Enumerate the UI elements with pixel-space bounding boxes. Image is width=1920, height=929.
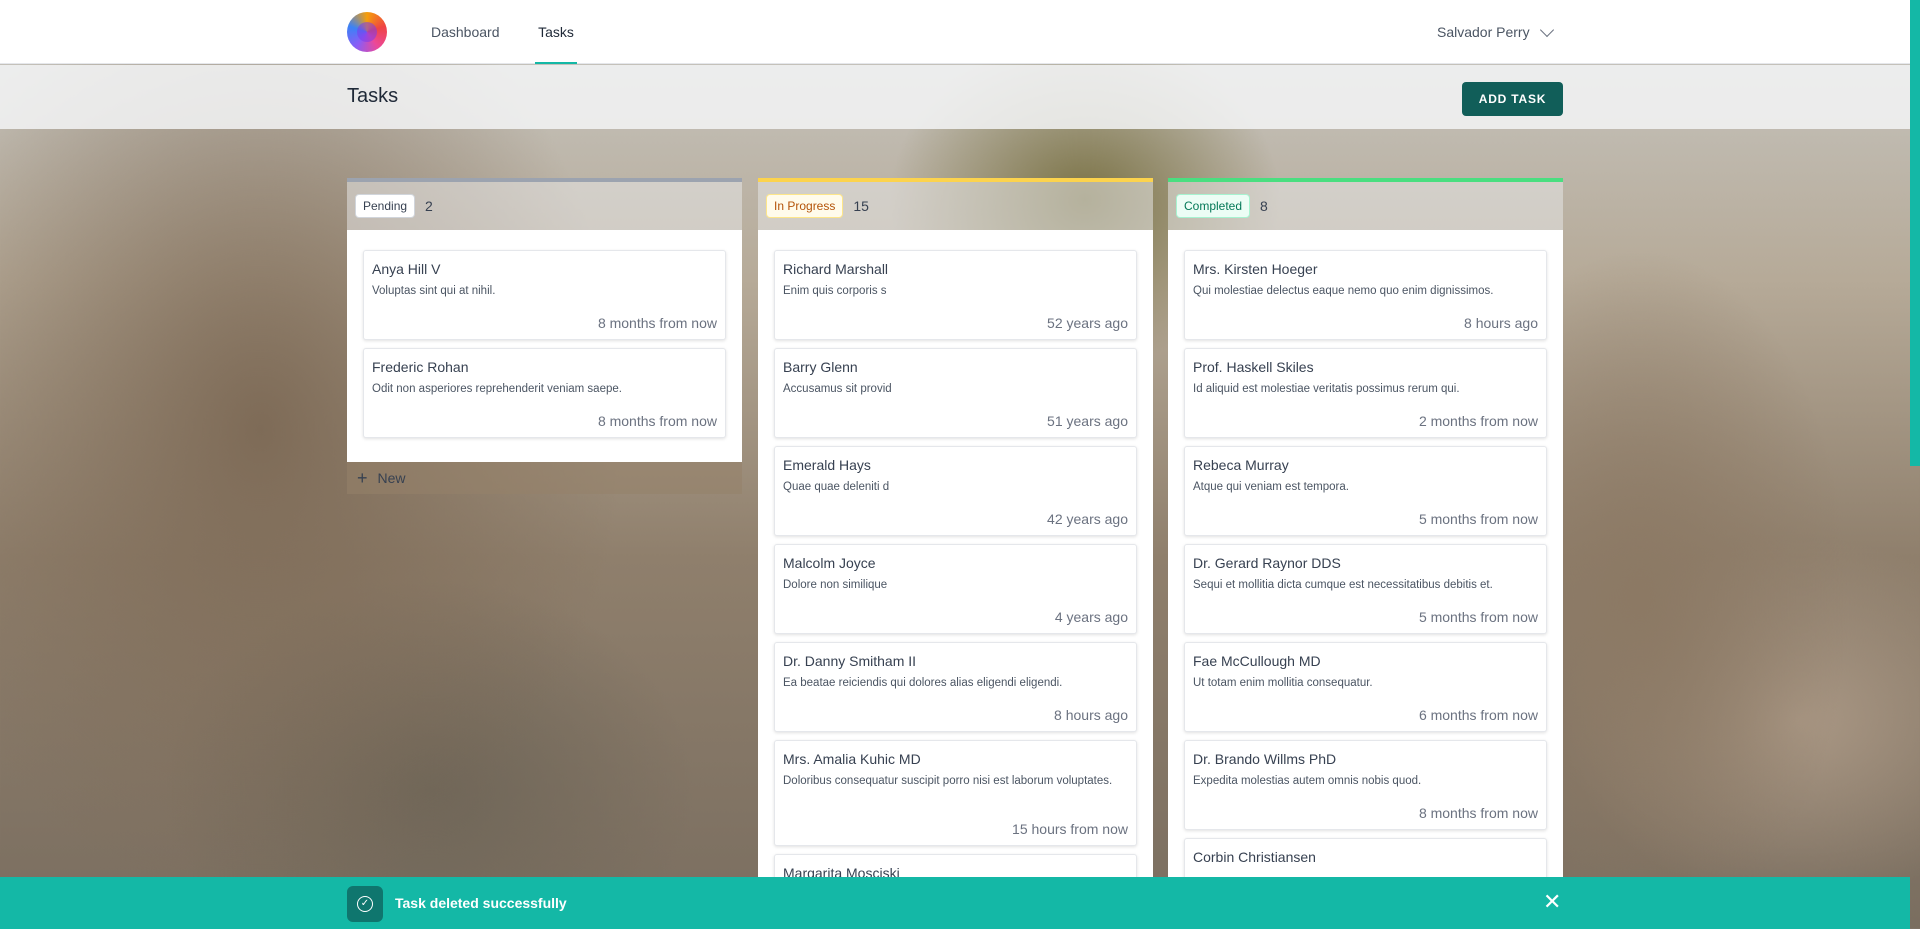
scrollbar-thumb[interactable] (1910, 0, 1920, 466)
close-icon[interactable]: ✕ (1543, 891, 1561, 913)
task-description: Enim quis corporis s (783, 285, 887, 297)
task-date: 6 months from now (1418, 707, 1538, 723)
task-description: Odit non asperiores reprehenderit veniam… (372, 383, 622, 395)
user-name: Salvador Perry (1437, 24, 1530, 40)
task-date: 8 months from now (597, 315, 717, 331)
column-in-progress: In Progress 15 Richard Marshall Enim qui… (758, 178, 1153, 929)
task-date: 5 months from now (1418, 609, 1538, 625)
column-completed: Completed 8 Mrs. Kirsten Hoeger Qui mole… (1168, 178, 1563, 929)
new-task-row[interactable]: + New (347, 462, 742, 494)
task-name: Dr. Danny Smitham II (783, 653, 917, 669)
page-header: Tasks ADD TASK (0, 65, 1910, 129)
task-description: Ut totam enim mollitia consequatur. (1193, 677, 1373, 689)
task-name: Dr. Gerard Raynor DDS (1193, 555, 1341, 571)
task-name: Barry Glenn (783, 359, 858, 375)
task-description: Id aliquid est molestiae veritatis possi… (1193, 383, 1460, 395)
task-description: Atque qui veniam est tempora. (1193, 481, 1349, 493)
task-name: Fae McCullough MD (1193, 653, 1321, 669)
new-task-label: New (377, 470, 406, 486)
task-card[interactable]: Dr. Brando Willms PhD Expedita molestias… (1184, 740, 1547, 830)
task-description: Quae quae deleniti d (783, 481, 890, 493)
task-description: Qui molestiae delectus eaque nemo quo en… (1193, 285, 1494, 297)
task-date: 4 years ago (1054, 609, 1128, 625)
column-body: Anya Hill V Voluptas sint qui at nihil. … (347, 230, 742, 462)
task-date: 8 hours ago (1464, 315, 1538, 331)
status-badge: Pending (355, 194, 416, 218)
task-name: Malcolm Joyce (783, 555, 876, 571)
column-pending: Pending 2 Anya Hill V Voluptas sint qui … (347, 178, 742, 494)
nav-link-tasks[interactable]: Tasks (535, 0, 577, 64)
task-card[interactable]: Mrs. Amalia Kuhic MD Doloribus consequat… (774, 740, 1137, 846)
column-header: Pending 2 (347, 178, 742, 230)
task-card[interactable]: Rebeca Murray Atque qui veniam est tempo… (1184, 446, 1547, 536)
task-name: Frederic Rohan (372, 359, 469, 375)
task-card[interactable]: Barry Glenn Accusamus sit provid 51 year… (774, 348, 1137, 438)
app-logo[interactable] (347, 12, 387, 52)
task-date: 8 months from now (1418, 805, 1538, 821)
task-name: Mrs. Kirsten Hoeger (1193, 261, 1318, 277)
check-circle-icon: ✓ (347, 886, 383, 922)
column-header: Completed 8 (1168, 178, 1563, 230)
task-name: Emerald Hays (783, 457, 871, 473)
task-name: Rebeca Murray (1193, 457, 1289, 473)
task-date: 2 months from now (1418, 413, 1538, 429)
task-count: 8 (1260, 198, 1268, 214)
task-name: Corbin Christiansen (1193, 849, 1316, 865)
task-date: 42 years ago (1047, 511, 1128, 527)
add-task-button[interactable]: ADD TASK (1462, 82, 1563, 116)
task-card[interactable]: Malcolm Joyce Dolore non similique 4 yea… (774, 544, 1137, 634)
task-card[interactable]: Emerald Hays Quae quae deleniti d 42 yea… (774, 446, 1137, 536)
task-description: Accusamus sit provid (783, 383, 892, 395)
nav-link-dashboard[interactable]: Dashboard (431, 0, 500, 64)
task-date: 8 hours ago (1054, 707, 1128, 723)
task-name: Dr. Brando Willms PhD (1193, 751, 1337, 767)
task-date: 52 years ago (1047, 315, 1128, 331)
task-description: Doloribus consequatur suscipit porro nis… (783, 775, 1113, 787)
plus-icon: + (357, 468, 368, 488)
task-description: Expedita molestias autem omnis nobis quo… (1193, 775, 1422, 787)
task-name: Mrs. Amalia Kuhic MD (783, 751, 921, 767)
user-menu[interactable]: Salvador Perry (1437, 0, 1554, 64)
task-card[interactable]: Fae McCullough MD Ut totam enim mollitia… (1184, 642, 1547, 732)
task-description: Voluptas sint qui at nihil. (372, 285, 496, 297)
column-body: Mrs. Kirsten Hoeger Qui molestiae delect… (1168, 230, 1563, 929)
page-title: Tasks (347, 85, 399, 107)
toast-message: Task deleted successfully (395, 895, 567, 911)
task-card[interactable]: Dr. Danny Smitham II Ea beatae reiciendi… (774, 642, 1137, 732)
task-name: Prof. Haskell Skiles (1193, 359, 1314, 375)
task-card[interactable]: Frederic Rohan Odit non asperiores repre… (363, 348, 726, 438)
toast-notification: ✓ Task deleted successfully ✕ (0, 877, 1910, 929)
task-date: 51 years ago (1047, 413, 1128, 429)
column-header: In Progress 15 (758, 178, 1153, 230)
task-card[interactable]: Anya Hill V Voluptas sint qui at nihil. … (363, 250, 726, 340)
task-description: Sequi et mollitia dicta cumque est neces… (1193, 579, 1493, 591)
task-card[interactable]: Mrs. Kirsten Hoeger Qui molestiae delect… (1184, 250, 1547, 340)
chevron-down-icon (1539, 22, 1554, 38)
task-date: 8 months from now (597, 413, 717, 429)
task-date: 15 hours from now (1012, 821, 1128, 837)
status-badge: In Progress (766, 194, 844, 218)
task-name: Anya Hill V (372, 261, 441, 277)
status-badge: Completed (1176, 194, 1251, 218)
column-body: Richard Marshall Enim quis corporis s 52… (758, 230, 1153, 929)
task-card[interactable]: Prof. Haskell Skiles Id aliquid est mole… (1184, 348, 1547, 438)
task-description: Dolore non similique (783, 579, 888, 591)
top-navbar: Dashboard Tasks Salvador Perry (0, 0, 1910, 64)
task-description: Ea beatae reiciendis qui dolores alias e… (783, 677, 1063, 689)
task-count: 15 (853, 198, 869, 214)
task-count: 2 (425, 198, 433, 214)
task-card[interactable]: Dr. Gerard Raynor DDS Sequi et mollitia … (1184, 544, 1547, 634)
task-name: Richard Marshall (783, 261, 889, 277)
task-date: 5 months from now (1418, 511, 1538, 527)
task-card[interactable]: Richard Marshall Enim quis corporis s 52… (774, 250, 1137, 340)
